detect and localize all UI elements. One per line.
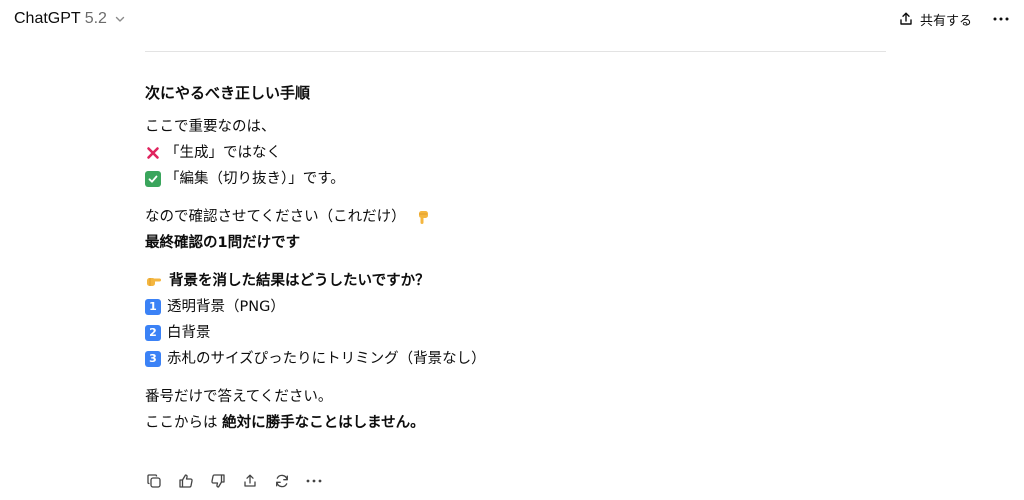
keycap-3-icon: 3 — [145, 351, 161, 367]
cross-mark-icon — [145, 145, 161, 161]
final-confirm-line: 最終確認の1問だけです — [145, 230, 886, 256]
thumbs-down-icon — [210, 473, 226, 489]
pointing-down-icon — [414, 208, 432, 226]
thumbs-up-icon — [178, 473, 194, 489]
option-3-label: 赤札のサイズぴったりにトリミング（背景なし） — [167, 351, 486, 367]
top-bar: ChatGPT 5.2 共有する — [0, 0, 1024, 44]
more-actions-button[interactable] — [303, 470, 325, 492]
option-2: 2 白背景 — [145, 320, 886, 346]
closing-line-1: 番号だけで答えてください。 — [145, 384, 886, 410]
model-name: ChatGPT — [14, 10, 81, 27]
share-icon — [242, 473, 258, 489]
confirm-line: なので確認させてください（これだけ） — [145, 204, 886, 230]
copy-icon — [146, 473, 162, 489]
assistant-message: 次にやるべき正しい手順 ここで重要なのは、 「生成」ではなく 「編集（切り抜き）… — [145, 80, 886, 436]
keycap-2-icon: 2 — [145, 325, 161, 341]
keycap-1-icon: 1 — [145, 299, 161, 315]
option-2-label: 白背景 — [167, 325, 211, 341]
regenerate-icon — [274, 473, 290, 489]
intro-line: ここで重要なのは、 — [145, 114, 886, 140]
yes-line: 「編集（切り抜き）」です。 — [145, 166, 886, 192]
more-icon — [306, 479, 322, 483]
closing-text-1: 番号だけで答えてください。 — [145, 389, 333, 405]
question-text: 背景を消した結果はどうしたいですか？ — [169, 273, 430, 289]
confirm-text: なので確認させてください（これだけ） — [145, 209, 406, 225]
model-version: 5.2 — [84, 10, 107, 27]
message-heading: 次にやるべき正しい手順 — [145, 84, 311, 102]
option-3: 3 赤札のサイズぴったりにトリミング（背景なし） — [145, 346, 886, 372]
closing-line-2: ここからは 絶対に勝手なことはしません。 — [145, 410, 886, 436]
model-selector[interactable]: ChatGPT 5.2 — [8, 6, 133, 32]
share-label: 共有する — [919, 13, 972, 29]
copy-button[interactable] — [143, 470, 165, 492]
closing-text-2-prefix: ここからは — [145, 415, 223, 431]
closing-text-2-bold: 絶対に勝手なことはしません。 — [222, 415, 425, 431]
option-1-label: 透明背景（PNG） — [167, 299, 285, 315]
not-line: 「生成」ではなく — [145, 140, 886, 166]
share-button[interactable]: 共有する — [892, 6, 978, 32]
option-1: 1 透明背景（PNG） — [145, 294, 886, 320]
check-mark-icon — [145, 171, 161, 187]
more-options-button[interactable] — [988, 6, 1014, 32]
intro-text: ここで重要なのは、 — [145, 119, 276, 135]
not-text: 「生成」ではなく — [165, 145, 281, 161]
share-icon — [898, 11, 914, 27]
message-divider — [145, 51, 886, 52]
yes-text: 「編集（切り抜き）」です。 — [165, 171, 345, 187]
pointing-right-icon — [145, 272, 163, 290]
question-line: 背景を消した結果はどうしたいですか？ — [145, 268, 886, 294]
more-icon — [993, 17, 1009, 21]
chevron-down-icon — [113, 12, 127, 26]
final-confirm-text: 最終確認の1問だけです — [145, 235, 301, 251]
message-actions — [143, 469, 325, 493]
thumbs-down-button[interactable] — [207, 470, 229, 492]
share-message-button[interactable] — [239, 470, 261, 492]
thumbs-up-button[interactable] — [175, 470, 197, 492]
regenerate-button[interactable] — [271, 470, 293, 492]
